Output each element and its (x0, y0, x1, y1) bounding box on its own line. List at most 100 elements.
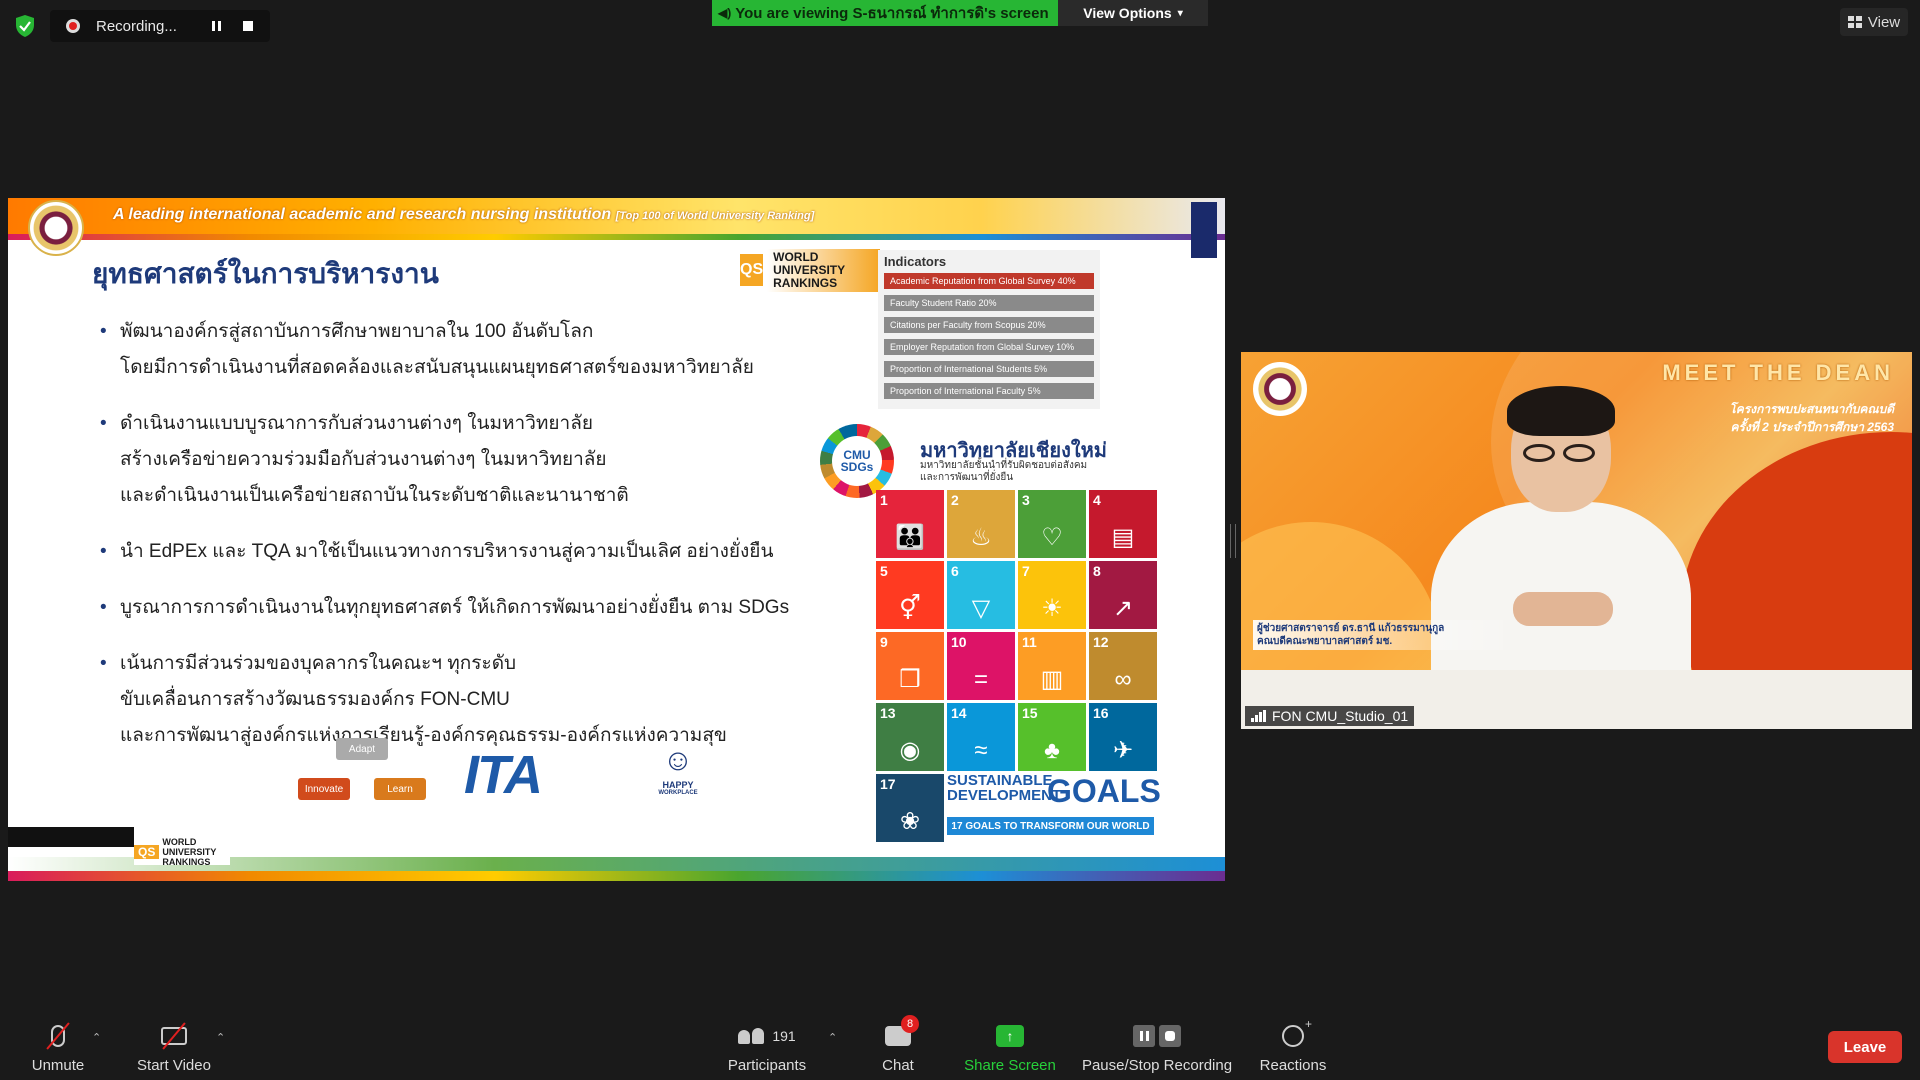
chat-badge: 8 (901, 1015, 919, 1033)
leave-button[interactable]: Leave (1828, 1031, 1902, 1063)
university-subtitle-line-1: มหาวิทยาลัยชั้นนำที่รับผิดชอบต่อสังคม (920, 460, 1088, 471)
university-subtitle: มหาวิทยาลัยชั้นนำที่รับผิดชอบต่อสังคม แล… (920, 460, 1087, 484)
strategy-bullet: เน้นการมีส่วนร่วมของบุคลากรในคณะฯ ทุกระด… (100, 646, 840, 754)
people-icon: 👪 (895, 524, 925, 551)
view-label: View (1867, 13, 1901, 31)
security-shield-icon[interactable] (14, 14, 36, 38)
sdg-number: 11 (1022, 634, 1037, 650)
cycle-innovate: Innovate (298, 778, 350, 800)
bullet-line: เน้นการมีส่วนร่วมของบุคลากรในคณะฯ ทุกระด… (120, 653, 517, 674)
start-video-label: Start Video (137, 1057, 211, 1074)
strategy-bullet: นำ EdPEx และ TQA มาใช้เป็นแนวทางการบริหา… (100, 534, 840, 570)
audio-options-caret-icon[interactable]: ⌃ (92, 1031, 101, 1044)
reactions-icon (1282, 1017, 1312, 1051)
indicator-row: Proportion of International Faculty 5% (884, 383, 1094, 399)
share-screen-icon: ↑ (996, 1021, 1024, 1051)
viewing-banner-text: You are viewing S-ธนากรณ์ ทำการดิ's scre… (735, 5, 1049, 22)
sdg-tile-1: 1 👪 (876, 490, 944, 558)
sdg-tile-16: 16 ✈ (1089, 703, 1157, 771)
goals-subtitle: 17 GOALS TO TRANSFORM OUR WORLD (947, 817, 1154, 835)
sdg-tile-7: 7 ☀ (1018, 561, 1086, 629)
sdg-tile-9: 9 ❒ (876, 632, 944, 700)
participant-name-label: FON CMU_Studio_01 (1245, 706, 1415, 726)
strategy-bullet: บูรณาการการดำเนินงานในทุกยุทธศาสตร์ ให้เ… (100, 590, 840, 626)
slide-header-stripe (8, 234, 1225, 240)
sdg-tile-12: 12 ∞ (1089, 632, 1157, 700)
slide-tagline: A leading international academic and res… (113, 206, 814, 224)
video-options-caret-icon[interactable]: ⌃ (216, 1031, 225, 1044)
sdg-number: 7 (1022, 563, 1030, 579)
view-options-button[interactable]: View Options ▾ (1058, 0, 1208, 26)
buildings-icon: ▥ (1040, 666, 1064, 693)
participants-button[interactable]: 191 Participants (724, 1021, 810, 1074)
meeting-toolbar: Unmute ⌃ Start Video ⌃ 191 Participants … (0, 1005, 1920, 1080)
sdg-number: 15 (1022, 705, 1038, 721)
qs-indicators-panel: Indicators Academic Reputation from Glob… (878, 250, 1100, 409)
sun-icon: ☀ (1041, 595, 1063, 622)
sdg-number: 2 (951, 492, 959, 508)
pause-icon (211, 21, 221, 31)
sdg-tile-8: 8 ↗ (1089, 561, 1157, 629)
indicators-title: Indicators (884, 254, 947, 269)
glasses-icon (1523, 444, 1599, 462)
bullet-line: ดำเนินงานแบบบูรณาการกับส่วนงานต่างๆ ในมห… (120, 413, 593, 434)
sdg-tile-17: 17 ❀ (876, 774, 944, 842)
sdg-number: 16 (1093, 705, 1109, 721)
recording-dot-icon (66, 19, 80, 33)
share-screen-label: Share Screen (964, 1057, 1056, 1074)
participants-options-caret-icon[interactable]: ⌃ (828, 1031, 837, 1044)
stop-recording-button[interactable] (238, 16, 258, 36)
bullet-line: และดำเนินงานเป็นเครือข่ายสถาบันในระดับชา… (120, 485, 629, 506)
ita-logo: ITA (464, 745, 543, 805)
tagline-text: A leading international academic and res… (113, 206, 612, 223)
grid-view-icon (1847, 16, 1862, 28)
viewing-screen-banner: ◀) You are viewing S-ธนากรณ์ ทำการดิ's s… (712, 0, 1058, 26)
adapt-learn-innovate-cycle: Adapt Innovate Learn (298, 738, 428, 808)
pause-stop-recording-button[interactable]: Pause/Stop Recording (1082, 1021, 1232, 1074)
sdg-tile-5: 5 ⚥ (876, 561, 944, 629)
book-icon: ▤ (1111, 524, 1135, 551)
dove-icon: ✈ (1112, 737, 1134, 764)
footer-qs-logo: QS WORLD UNIVERSITY RANKINGS (134, 837, 230, 867)
view-button[interactable]: View (1840, 8, 1908, 36)
slide-title: ยุทธศาสตร์ในการบริหารงาน (92, 258, 439, 289)
chat-button[interactable]: 8 Chat (878, 1015, 919, 1074)
start-video-button[interactable]: Start Video (132, 1021, 216, 1074)
reactions-label: Reactions (1259, 1057, 1327, 1074)
view-options-label: View Options (1083, 5, 1172, 21)
reactions-button[interactable]: Reactions (1259, 1017, 1327, 1074)
sdg-number: 9 (880, 634, 888, 650)
sdg-number: 8 (1093, 563, 1101, 579)
share-screen-button[interactable]: ↑ Share Screen (962, 1021, 1058, 1074)
sdg-number: 3 (1022, 492, 1030, 508)
pause-stop-icon (1133, 1021, 1181, 1051)
sdg-number: 13 (880, 705, 896, 721)
pause-recording-button[interactable] (206, 16, 226, 36)
sdg-goals-logo: SUSTAINABLE DEVELOPMENT GOALS 17 GOALS T… (947, 772, 1161, 841)
cycle-learn: Learn (374, 778, 426, 800)
cubes-icon: ❒ (899, 666, 921, 693)
goals-small-text: SUSTAINABLE DEVELOPMENT (947, 772, 1062, 804)
bowl-icon: ♨ (970, 524, 992, 551)
sdg-tile-13: 13 ◉ (876, 703, 944, 771)
split-divider-handle[interactable] (1230, 524, 1236, 558)
shared-screen-slide: A leading international academic and res… (8, 198, 1225, 881)
speaker-video-tile[interactable]: MEET THE DEAN โครงการพบปะสนทนากับคณบดี ค… (1241, 352, 1912, 729)
meet-subtitle: โครงการพบปะสนทนากับคณบดี ครั้งที่ 2 ประจ… (1729, 400, 1894, 436)
sdg-wheel-icon: CMU SDGs (820, 424, 894, 498)
sdg-number: 14 (951, 705, 967, 721)
sdg-number: 1 (880, 492, 888, 508)
unmute-button[interactable]: Unmute (28, 1021, 88, 1074)
tqa-award-logo (1191, 202, 1217, 282)
infinity-icon: ∞ (1114, 666, 1132, 693)
chat-icon: 8 (885, 1015, 919, 1051)
recording-indicator: Recording... (50, 10, 270, 42)
indicator-row: Academic Reputation from Global Survey 4… (884, 273, 1094, 289)
participants-count: 191 (772, 1028, 796, 1044)
sdg-number: 12 (1093, 634, 1109, 650)
indicator-row: Employer Reputation from Global Survey 1… (884, 339, 1094, 355)
strategy-bullet: พัฒนาองค์กรสู่สถาบันการศึกษาพยาบาลใน 100… (100, 314, 840, 386)
water-icon: ▽ (971, 595, 991, 622)
meet-subtitle-line-2: ครั้งที่ 2 ประจำปีการศึกษา 2563 (1730, 420, 1895, 434)
participants-icon-group: 191 (738, 1021, 796, 1051)
